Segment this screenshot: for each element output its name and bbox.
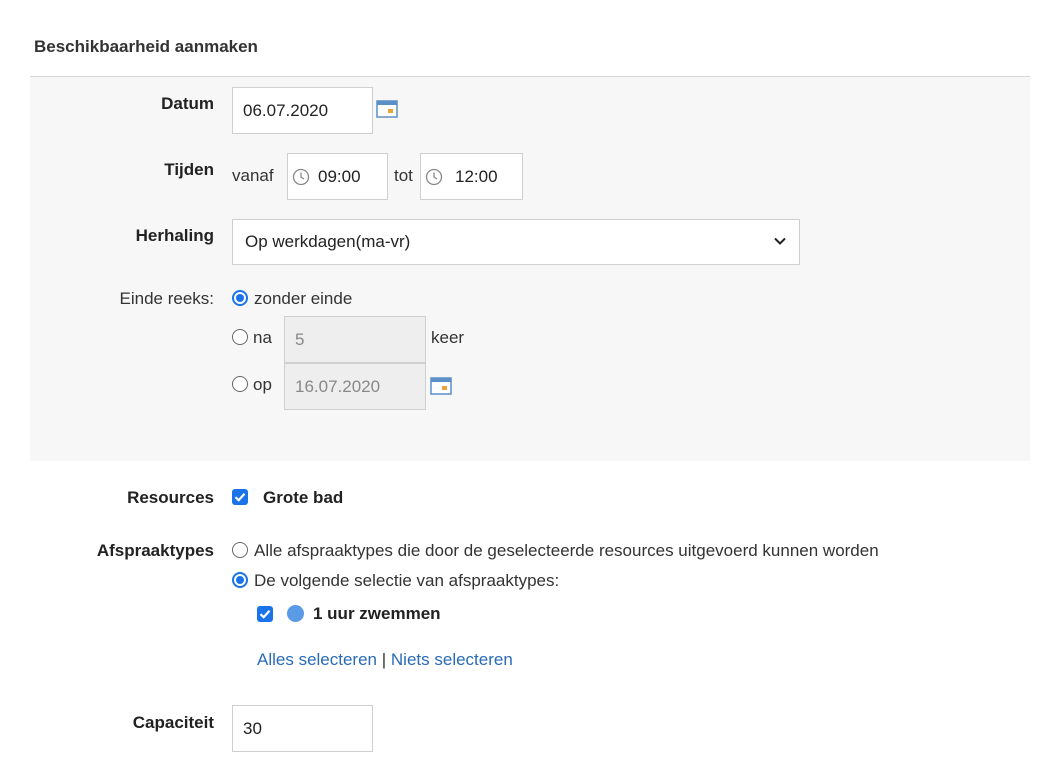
resources-label: Resources xyxy=(127,488,214,507)
radio-alle-afspraaktypes[interactable] xyxy=(232,542,248,558)
keer-label: keer xyxy=(431,328,465,347)
to-time-input[interactable]: 12:00 xyxy=(420,153,523,200)
einde-reeks-label: Einde reeks: xyxy=(119,289,215,308)
from-time-input[interactable]: 09:00 xyxy=(287,153,388,200)
end-date-value: 16.07.2020 xyxy=(295,376,381,396)
calendar-icon[interactable] xyxy=(376,100,398,118)
zonder-einde-label: zonder einde xyxy=(254,289,353,308)
radio-na[interactable] xyxy=(232,329,248,345)
op-label: op xyxy=(253,375,272,394)
alle-afspraaktypes-label: Alle afspraaktypes die door de geselecte… xyxy=(254,541,879,560)
na-label: na xyxy=(253,328,272,347)
page-title: Beschikbaarheid aanmaken xyxy=(34,37,258,56)
clock-icon xyxy=(292,168,310,185)
afspraaktype-name: 1 uur zwemmen xyxy=(313,604,441,623)
selectie-afspraaktypes-label: De volgende selectie van afspraaktypes: xyxy=(254,571,560,590)
datum-label: Datum xyxy=(161,94,214,113)
datum-input[interactable]: 06.07.2020 xyxy=(232,87,373,134)
select-all-link[interactable]: Alles selecteren xyxy=(257,650,377,669)
check-icon xyxy=(234,493,246,502)
check-icon xyxy=(259,610,271,619)
afspraaktypes-label: Afspraaktypes xyxy=(96,541,214,560)
radio-zonder-einde[interactable] xyxy=(232,290,248,306)
capaciteit-input[interactable]: 30 xyxy=(232,705,373,752)
herhaling-value: Op werkdagen(ma-vr) xyxy=(245,232,411,251)
select-none-link[interactable]: Niets selecteren xyxy=(391,650,513,669)
from-time-value: 09:00 xyxy=(318,166,361,186)
repeat-count-value: 5 xyxy=(295,329,305,349)
selection-links: Alles selecteren | Niets selecteren xyxy=(257,650,513,670)
schedule-panel xyxy=(30,77,1030,461)
vanaf-label: vanaf xyxy=(232,166,274,185)
capaciteit-label: Capaciteit xyxy=(132,713,214,732)
datum-value: 06.07.2020 xyxy=(243,100,329,120)
herhaling-select[interactable]: Op werkdagen(ma-vr) xyxy=(232,219,800,265)
radio-op[interactable] xyxy=(232,376,248,392)
clock-icon xyxy=(425,168,443,185)
to-time-value: 12:00 xyxy=(455,166,498,186)
resource-name: Grote bad xyxy=(263,488,344,507)
end-date-input[interactable]: 16.07.2020 xyxy=(284,363,426,410)
radio-selectie-afspraaktypes[interactable] xyxy=(232,572,248,588)
afspraaktype-checkbox[interactable] xyxy=(257,606,273,622)
repeat-count-input[interactable]: 5 xyxy=(284,316,426,363)
tot-label: tot xyxy=(394,166,413,185)
resource-checkbox[interactable] xyxy=(232,489,248,505)
appointment-type-color-dot xyxy=(287,605,304,622)
tijden-label: Tijden xyxy=(164,160,214,179)
herhaling-label: Herhaling xyxy=(135,226,214,245)
link-separator: | xyxy=(381,650,387,669)
capaciteit-value: 30 xyxy=(243,718,262,738)
chevron-down-icon xyxy=(774,237,786,245)
calendar-icon[interactable] xyxy=(430,377,452,395)
